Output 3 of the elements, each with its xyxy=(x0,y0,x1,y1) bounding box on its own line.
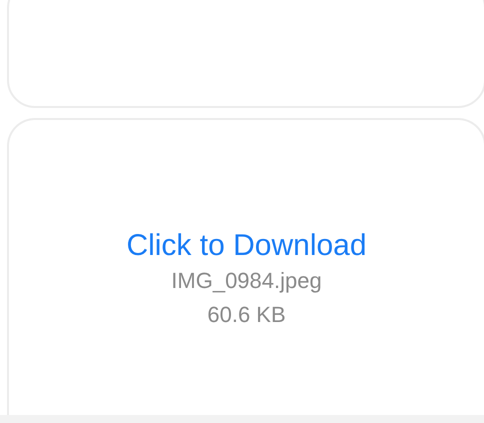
file-name: IMG_0984.jpeg xyxy=(171,267,322,295)
file-size: 60.6 KB xyxy=(207,301,286,329)
download-link[interactable]: Click to Download xyxy=(126,228,367,264)
